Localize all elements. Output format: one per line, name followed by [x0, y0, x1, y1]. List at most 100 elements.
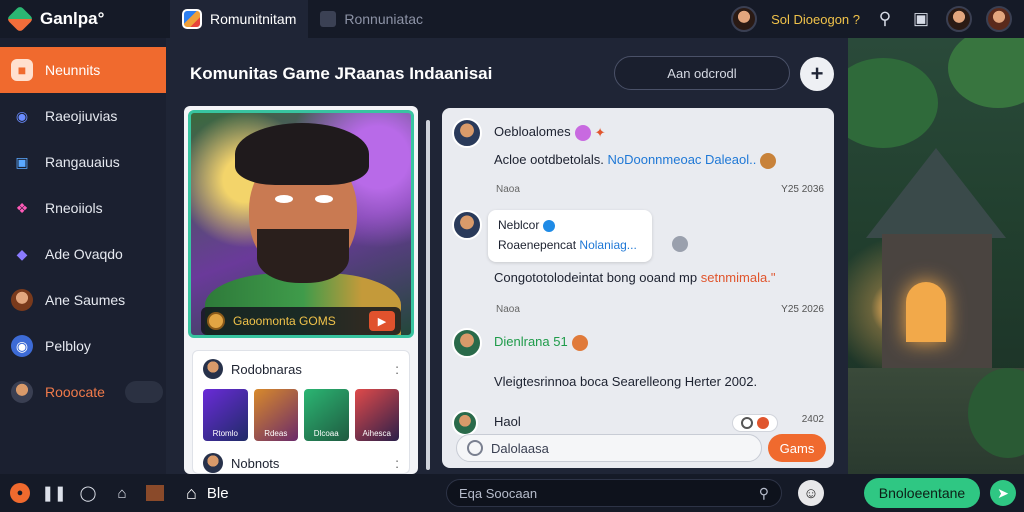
home-label: Ble — [206, 484, 229, 502]
hero-eye-right — [315, 195, 333, 203]
avatar[interactable] — [452, 210, 482, 240]
game-thumbnail[interactable]: Dlcoaa — [304, 389, 349, 441]
hero-hair — [235, 123, 369, 185]
house-roof — [866, 148, 1006, 238]
sidebar-item-label: Neunnits — [45, 62, 101, 78]
add-friend-button[interactable]: Aan odcrodl — [614, 56, 790, 90]
avatar[interactable] — [452, 328, 482, 358]
game-badge[interactable]: Gaoomonta GOMS ▶ — [201, 307, 401, 335]
record-icon[interactable]: ● — [10, 483, 30, 503]
search-input[interactable]: Eqa Soocaan ⚲ — [446, 479, 782, 507]
chat-input[interactable]: Dalolaasa — [456, 434, 762, 462]
bottom-left-controls: ● ❚❚ ◯ ⌂ — [0, 474, 166, 512]
gem-icon: ❖ — [15, 199, 29, 216]
message-text: Vleigtesrinnoa boca Searelleong Herter 2… — [494, 374, 758, 389]
thumbnail-label: Dlcoaa — [313, 429, 339, 438]
game-subpanel: Rodobnaras : Rtomlo Rdeas Dlcoaa Aihesca… — [192, 350, 410, 474]
avatar[interactable] — [452, 410, 478, 436]
page-title: Komunitas Game JRaanas Indaanisai — [190, 64, 493, 83]
house-door — [906, 282, 946, 342]
game-thumbnails: Rtomlo Rdeas Dlcoaa Aihesca — [193, 387, 409, 443]
reaction-pill[interactable] — [732, 414, 778, 432]
user-avatar[interactable] — [731, 6, 758, 32]
sidebar: ■ Neunnits ◉ Raeojiuvias ▣ Rangauaius ❖ … — [0, 38, 166, 474]
emoji-icon — [571, 334, 588, 351]
sidebar-item-label: Raeojiuvias — [45, 108, 118, 124]
game-thumbnail[interactable]: Rtomlo — [203, 389, 248, 441]
live-toggle[interactable] — [124, 381, 163, 403]
sidebar-item-play[interactable]: ◉ Pelbloy — [0, 323, 166, 369]
app-logo[interactable]: Ganlpa° — [0, 5, 170, 33]
app-name: Ganlpa° — [40, 9, 105, 28]
user-label[interactable]: Sol Dioeogon ? — [771, 12, 860, 27]
hero-eye-left — [275, 195, 293, 203]
tab-secondary[interactable]: Ronnuniatac — [308, 0, 435, 38]
chat-message: Oebloalomes ✦ Acloe ootdbetolals. NoDoonn… — [452, 118, 824, 198]
game-badge-label: Gaoomonta GOMS — [233, 314, 336, 328]
thumbnail-label: Rdeas — [264, 429, 288, 438]
home-outline-icon[interactable]: ⌂ — [112, 483, 132, 503]
primary-cta-button[interactable]: Bnoloeentane — [864, 478, 980, 508]
pause-icon[interactable]: ❚❚ — [41, 483, 66, 503]
quote-bubble[interactable]: Neblcor Roaenepencat Nolaniag... — [488, 210, 652, 262]
emoji-icon — [574, 124, 591, 141]
game-thumbnail[interactable]: Rdeas — [253, 389, 298, 441]
home-icon: ⌂ — [186, 482, 197, 503]
home-icon: ■ — [11, 59, 33, 81]
send-button[interactable]: Gams — [768, 434, 826, 462]
logo-mark-icon — [6, 5, 34, 33]
emoji-icon[interactable]: ☺ — [798, 480, 824, 506]
search-placeholder: Eqa Soocaan — [459, 485, 538, 501]
circle-icon[interactable]: ◯ — [78, 483, 98, 503]
tab-community[interactable]: Romunitnitam — [170, 0, 309, 38]
image-icon[interactable] — [146, 485, 164, 501]
search-icon[interactable]: ⚲ — [759, 485, 769, 502]
avatar-icon — [11, 289, 33, 311]
home-link[interactable]: ⌂ Ble — [166, 483, 446, 504]
window-icon[interactable]: ▣ — [910, 8, 932, 30]
plus-button[interactable]: + — [800, 57, 834, 91]
message-time: Y25 2026 — [781, 304, 824, 315]
sidebar-item-games[interactable]: Ane Saumes — [0, 277, 166, 323]
subpanel-header: Rodobnaras : — [193, 351, 409, 387]
search-icon[interactable]: ⚲ — [874, 8, 896, 30]
message-meta: Naoa — [496, 304, 520, 315]
reaction-icon[interactable] — [672, 236, 688, 252]
tab-label: Romunitnitam — [210, 11, 297, 27]
more-options-icon[interactable]: : — [395, 361, 399, 377]
sidebar-item-label: Rneoiiols — [45, 200, 103, 216]
avatar[interactable] — [452, 118, 482, 148]
sidebar-item-live[interactable]: Rooocate — [0, 369, 166, 415]
bottom-bar: ● ❚❚ ◯ ⌂ ⌂ Ble Eqa Soocaan ⚲ ☺ Bnoloeent… — [0, 474, 1024, 512]
verified-icon — [543, 219, 556, 232]
message-author: Haol — [494, 414, 521, 429]
sidebar-item-home[interactable]: ■ Neunnits — [0, 47, 166, 93]
arrow-right-icon[interactable]: ➤ — [990, 480, 1016, 506]
profile-avatar[interactable] — [986, 6, 1012, 32]
tab-label: Ronnuniatac — [344, 11, 423, 27]
top-bar: Ganlpa° Romunitnitam Ronnuniatac Sol Dio… — [0, 0, 1024, 38]
scrollbar[interactable] — [426, 120, 430, 470]
tree-foliage — [848, 58, 938, 148]
message-time: Y25 2036 — [781, 184, 824, 195]
friend-avatar[interactable] — [946, 6, 972, 32]
message-author: Dienlrana 51 — [494, 334, 588, 351]
sidebar-item-quests[interactable]: ◆ Ade Ovaqdo — [0, 231, 166, 277]
sidebar-item-label: Ade Ovaqdo — [45, 246, 123, 262]
avatar — [203, 453, 223, 473]
message-meta: Naoa — [496, 184, 520, 195]
avatar — [203, 359, 223, 379]
game-thumbnail[interactable]: Aihesca — [354, 389, 399, 441]
chat-message: Dienlrana 51 Vleigtesrinnoa boca Searell… — [452, 328, 824, 398]
sidebar-item-rewards[interactable]: ❖ Rneoiiols — [0, 185, 166, 231]
sidebar-item-channels[interactable]: ▣ Rangauaius — [0, 139, 166, 185]
play-icon[interactable]: ▶ — [369, 311, 395, 331]
compass-icon: ◉ — [15, 107, 29, 124]
more-options-icon[interactable]: : — [395, 455, 399, 471]
game-hero-art[interactable]: Gaoomonta GOMS ▶ — [188, 110, 414, 338]
sidebar-item-label: Rooocate — [45, 384, 105, 400]
sidebar-item-explore[interactable]: ◉ Raeojiuvias — [0, 93, 166, 139]
bubble-subtitle: Roaenepencat Nolaniag... — [498, 238, 637, 252]
hero-beard — [257, 229, 349, 283]
game-card[interactable]: Gaoomonta GOMS ▶ Rodobnaras : Rtomlo Rde… — [184, 106, 418, 474]
